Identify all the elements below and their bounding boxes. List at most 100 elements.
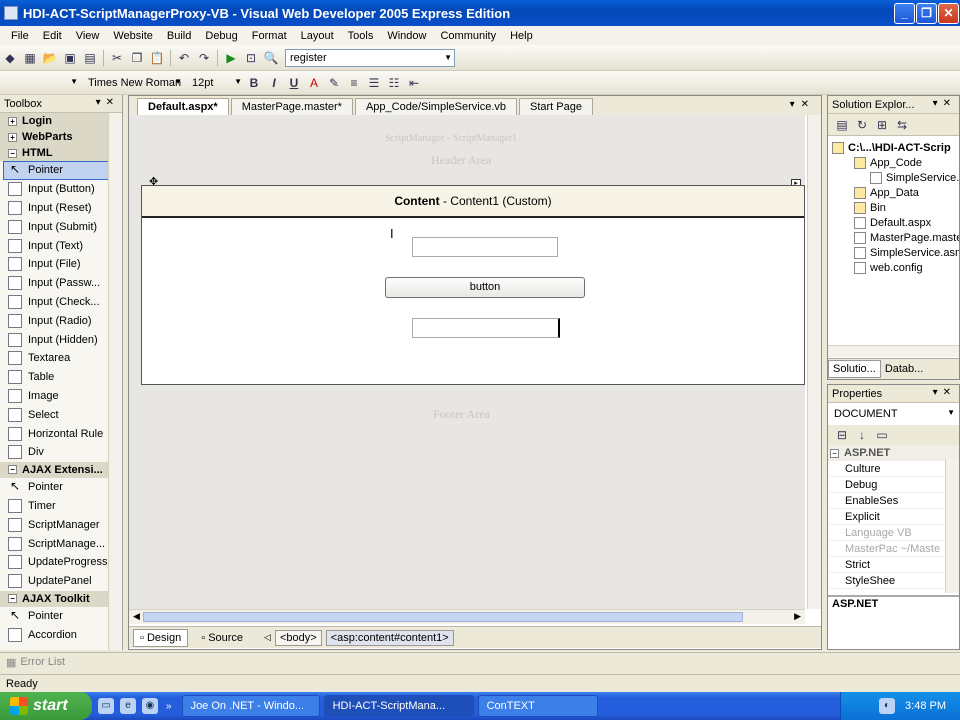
solution-tree-item[interactable]: SimpleService.asm	[832, 245, 959, 260]
start-button[interactable]: start	[0, 692, 92, 720]
scroll-thumb[interactable]	[143, 612, 743, 622]
property-row[interactable]: MasterPac ~/Maste	[828, 541, 959, 557]
solution-hscroll[interactable]	[828, 345, 959, 357]
menu-community[interactable]: Community	[433, 30, 503, 42]
bold-button[interactable]: B	[246, 75, 262, 91]
ie-icon[interactable]: e	[120, 698, 136, 714]
toolbox-ajax-item[interactable]: Timer	[0, 497, 122, 516]
toolbox-group-ajax-toolkit[interactable]: − AJAX Toolkit	[0, 590, 122, 607]
menu-layout[interactable]: Layout	[294, 30, 341, 42]
crumb-body[interactable]: <body>	[274, 629, 322, 646]
tab-start-page[interactable]: Start Page	[519, 98, 593, 115]
block-format-combo[interactable]: ▼	[8, 74, 80, 92]
solution-tree-item[interactable]: MasterPage.maste	[832, 230, 959, 245]
toolbox-html-item[interactable]: Input (Submit)	[0, 217, 122, 236]
start-debug-icon[interactable]: ▶	[223, 50, 239, 66]
menu-file[interactable]: File	[4, 30, 36, 42]
toolbox-html-item[interactable]: ↖ Pointer	[3, 161, 119, 180]
bullets-icon[interactable]: ☰	[366, 75, 382, 91]
toolbox-html-item[interactable]: Select	[0, 405, 122, 424]
crumb-nav-icon[interactable]: ◁	[264, 632, 271, 643]
save-all-icon[interactable]: ▤	[82, 50, 98, 66]
font-size-combo[interactable]: 12pt ▼	[188, 74, 244, 92]
toolbox-html-item[interactable]: Input (Reset)	[0, 199, 122, 218]
properties-icon[interactable]: ▤	[834, 117, 850, 133]
property-row[interactable]: Strict	[828, 557, 959, 573]
copy-website-icon[interactable]: ⇆	[894, 117, 910, 133]
properties-scrollbar[interactable]	[945, 459, 959, 593]
menu-window[interactable]: Window	[380, 30, 433, 42]
textbox-1[interactable]	[412, 237, 558, 257]
pane-buttons[interactable]: ▾✕	[933, 98, 956, 109]
source-view-button[interactable]: ▫ Source	[194, 629, 250, 647]
toolbox-group-login[interactable]: + Login	[0, 113, 122, 129]
tab-solution[interactable]: Solutio...	[828, 360, 881, 378]
solution-tree-item[interactable]: C:\...\HDI-ACT-Scrip	[832, 140, 959, 155]
alphabetical-icon[interactable]: ↓	[854, 427, 870, 443]
property-row[interactable]: Language VB	[828, 525, 959, 541]
solution-tree-item[interactable]: web.config	[832, 260, 959, 275]
quicklaunch-more-icon[interactable]: »	[166, 701, 172, 712]
toolbox-html-item[interactable]: Input (Radio)	[0, 311, 122, 330]
toolbox-scrollbar[interactable]	[108, 113, 122, 650]
pane-buttons[interactable]: ▾✕	[933, 387, 956, 398]
toolbox-ajax-item[interactable]: ScriptManage...	[0, 534, 122, 553]
design-surface[interactable]: ScriptManager - ScriptManager1 Header Ar…	[129, 115, 805, 609]
undo-icon[interactable]: ↶	[176, 50, 192, 66]
toolbox-html-item[interactable]: Input (Text)	[0, 236, 122, 255]
design-view-button[interactable]: ▫ Design	[133, 628, 189, 647]
button-control[interactable]: button	[385, 277, 585, 298]
numbering-icon[interactable]: ☷	[386, 75, 402, 91]
highlight-icon[interactable]: ✎	[326, 75, 342, 91]
solution-tree-item[interactable]: Bin	[832, 200, 959, 215]
menu-tools[interactable]: Tools	[341, 30, 381, 42]
tab-close-icon[interactable]: ▾✕	[790, 99, 815, 110]
scroll-left-icon[interactable]: ◀	[133, 611, 140, 622]
firefox-icon[interactable]: ◉	[142, 698, 158, 714]
redo-icon[interactable]: ↷	[196, 50, 212, 66]
error-list-tab[interactable]: ▦ Error List	[0, 652, 960, 671]
task-vwd[interactable]: HDI-ACT-ScriptMana...	[323, 695, 474, 717]
maximize-button[interactable]: ❐	[916, 3, 937, 24]
tab-masterpage[interactable]: MasterPage.master*	[230, 98, 353, 115]
task-context[interactable]: ConTEXT	[477, 695, 598, 717]
save-icon[interactable]: ▣	[62, 50, 78, 66]
property-row[interactable]: EnableSes	[828, 493, 959, 509]
menu-website[interactable]: Website	[106, 30, 160, 42]
solution-tree-item[interactable]: App_Code	[832, 155, 959, 170]
tab-database[interactable]: Datab...	[881, 361, 928, 377]
crumb-content[interactable]: <asp:content#content1>	[325, 629, 454, 646]
editor-vscroll[interactable]	[807, 115, 821, 609]
toolbox-html-item[interactable]: Div	[0, 443, 122, 462]
toolbox-ajax-item[interactable]: ↖ Pointer	[0, 478, 122, 497]
toolbox-html-item[interactable]: Table	[0, 368, 122, 387]
object-selector[interactable]: DOCUMENT ▼	[830, 405, 957, 423]
solution-tree-item[interactable]: Default.aspx	[832, 215, 959, 230]
clock[interactable]: 3:48 PM	[905, 700, 946, 712]
solution-tree-item[interactable]: App_Data	[832, 185, 959, 200]
toolbox-ajax-item[interactable]: UpdateProgress	[0, 553, 122, 572]
editor-hscroll[interactable]: ◀ ▶	[129, 609, 805, 624]
menu-help[interactable]: Help	[503, 30, 540, 42]
toolbox-html-item[interactable]: Input (Passw...	[0, 274, 122, 293]
menu-view[interactable]: View	[69, 30, 107, 42]
menu-edit[interactable]: Edit	[36, 30, 69, 42]
category-asp-net[interactable]: − ASP.NET	[828, 445, 959, 461]
underline-button[interactable]: U	[286, 75, 302, 91]
tab-default-aspx[interactable]: Default.aspx*	[137, 98, 229, 115]
view-in-browser-icon[interactable]: ⊡	[243, 50, 259, 66]
property-row[interactable]: Debug	[828, 477, 959, 493]
find-combo[interactable]: register ▼	[285, 48, 455, 67]
italic-button[interactable]: I	[266, 75, 282, 91]
new-project-icon[interactable]: ◆	[2, 50, 18, 66]
refresh-icon[interactable]: ↻	[854, 117, 870, 133]
toolbox-html-item[interactable]: Input (File)	[0, 255, 122, 274]
tab-simpleservice[interactable]: App_Code/SimpleService.vb	[354, 98, 517, 115]
toolbox-group-html[interactable]: − HTML	[0, 145, 122, 161]
toolbox-toolkit-item[interactable]: ↖ Pointer	[0, 607, 122, 626]
toolbox-html-item[interactable]: Input (Hidden)	[0, 330, 122, 349]
open-icon[interactable]: 📂	[42, 50, 58, 66]
property-pages-icon[interactable]: ▭	[874, 427, 890, 443]
close-button[interactable]: ✕	[938, 3, 959, 24]
toolbox-html-item[interactable]: Horizontal Rule	[0, 424, 122, 443]
